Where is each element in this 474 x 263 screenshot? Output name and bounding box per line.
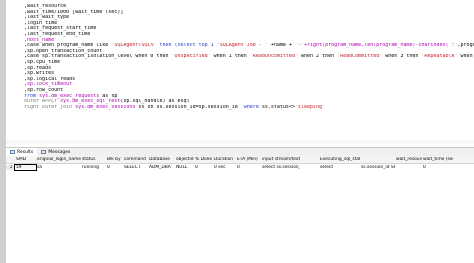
- code-token: as sp: [99, 93, 118, 99]
- code-token: '-': [294, 43, 304, 49]
- tab-messages[interactable]: Messages: [37, 148, 74, 156]
- column-header[interactable]: Executing_sql_statement: [319, 157, 360, 162]
- code-token: +right(program_name,len(program_name)-ch…: [304, 43, 449, 49]
- code-token: where: [243, 104, 259, 110]
- column-header[interactable]: ETA (Min): [236, 157, 261, 162]
- column-header[interactable]: wait_time (sec): [422, 157, 453, 162]
- code-token: 'sleeping': [294, 104, 326, 110]
- code-token: right outer join: [24, 104, 76, 110]
- column-header[interactable]: SPID: [15, 157, 36, 162]
- code-token: ss.status<>: [258, 104, 295, 110]
- column-header[interactable]: status: [81, 157, 106, 162]
- code-token: ,sp.lock_timeout: [24, 82, 73, 88]
- table-cell[interactable]: ss.session_id SPID: [360, 165, 395, 170]
- table-cell[interactable]: select: [319, 165, 360, 170]
- table-cell[interactable]: 59: [14, 164, 37, 171]
- column-header[interactable]: input stream/text: [261, 157, 300, 162]
- table-cell[interactable]: 0: [236, 165, 261, 170]
- grid-body: 1 59 sa running 0 SELECT ADM_DBA NULL 0 0 sec 0 sel…: [6, 164, 474, 171]
- tab-results-label: Results: [17, 149, 34, 155]
- table-cell[interactable]: SELECT: [123, 165, 148, 170]
- column-header[interactable]: original_login_name: [36, 157, 81, 162]
- code-line[interactable]: right outer join sys.dm_exec_sessions ss…: [6, 105, 474, 111]
- code-token: ,login_time: [24, 20, 58, 26]
- table-row[interactable]: 1 59 sa running 0 SELECT ADM_DBA NULL 0 0 sec 0 sel…: [6, 164, 474, 171]
- code-token: +name +: [267, 43, 295, 49]
- row-number[interactable]: 1: [6, 165, 15, 170]
- code-token: 'ReadCommitted': [337, 54, 383, 60]
- code-token: ,program_name)) from msd: [457, 43, 474, 49]
- table-cell[interactable]: 0: [422, 165, 453, 170]
- code-token: ,last_request_start_time: [24, 26, 97, 32]
- code-token: when 2 then: [297, 54, 338, 60]
- table-cell[interactable]: 0 sec: [213, 165, 236, 170]
- code-token: ,host_name: [24, 37, 55, 43]
- code-token: sys.dm_exec_requests: [39, 93, 100, 99]
- code-token: 'SQLAgentTSQL%': [111, 43, 157, 49]
- table-cell[interactable]: 0: [194, 165, 213, 170]
- grid-icon: [10, 150, 15, 154]
- code-token: ss on ss.session_id=sp.session_id: [135, 104, 244, 110]
- query-editor[interactable]: ,wait_resource ,wait_time/1000 [wait_time…: [6, 4, 474, 127]
- code-token: ,case sp.transaction_isolation_level whe…: [24, 54, 172, 60]
- messages-icon: [41, 150, 47, 154]
- ssms-window: ,wait_resource ,wait_time/1000 [wait_time…: [0, 0, 474, 263]
- column-header[interactable]: command: [123, 157, 148, 162]
- table-cell[interactable]: sa: [36, 165, 81, 170]
- grid-header: SPID original_login_name status Blk by comma…: [6, 156, 474, 164]
- column-header[interactable]: Duration: [213, 157, 236, 162]
- column-header[interactable]: Blk by: [106, 157, 123, 162]
- code-token: ,last_wait_type: [24, 15, 70, 21]
- code-token: 'Repeatable': [421, 54, 458, 60]
- table-cell[interactable]: NULL: [175, 165, 194, 170]
- code-token: sys.dm_exec_sessions: [75, 104, 136, 110]
- code-token: ,sp.row_count: [24, 87, 64, 93]
- table-cell[interactable]: select ss.session_id SPID: [261, 165, 300, 170]
- code-token: ,wait_time/1000 [wait_time (sec)]: [24, 9, 124, 15]
- code-token: ,last_request_end_time: [24, 31, 91, 37]
- code-token: 'SQLAgent Job - ': [216, 43, 268, 49]
- code-token: then (select top 1: [156, 43, 217, 49]
- code-token: ,wait_resource: [24, 4, 67, 9]
- column-header[interactable]: objectid: [175, 157, 194, 162]
- column-header[interactable]: wait_resource: [395, 157, 422, 162]
- code-token: ,case when program_name like: [24, 43, 112, 49]
- code-line[interactable]: ,case sp.transaction_isolation_level whe…: [6, 54, 474, 60]
- code-token: ,sp.logical_reads: [24, 76, 76, 82]
- table-cell[interactable]: running: [81, 165, 106, 170]
- tab-results[interactable]: Results: [6, 148, 38, 156]
- tab-messages-label: Messages: [48, 149, 71, 155]
- results-grid[interactable]: SPID original_login_name status Blk by comma…: [6, 156, 474, 171]
- code-token: ,sp.open_transaction_count: [24, 48, 103, 54]
- code-token: ,sp.reads: [24, 65, 52, 71]
- code-token: from: [24, 93, 40, 99]
- code-token: 'Unspecified': [171, 54, 211, 60]
- code-token: ,sp.writes: [24, 71, 55, 77]
- code-token: ':': [448, 43, 458, 49]
- table-cell[interactable]: ADM_DBA: [148, 165, 175, 170]
- table-cell[interactable]: 0: [106, 165, 123, 170]
- code-token: when 4 then: [460, 54, 473, 60]
- code-token: sys.dm_exec_sql_text: [60, 99, 121, 105]
- editor-scroll-area: [6, 140, 474, 144]
- column-header[interactable]: % Done: [194, 157, 213, 162]
- code-token: ,sp.cpu_time: [24, 59, 61, 65]
- code-token: (sp.sql_handle) as esql: [120, 99, 190, 105]
- code-token: when 3 then: [382, 54, 422, 60]
- code-token: outer APPLY: [24, 99, 61, 105]
- column-header[interactable]: Database: [148, 157, 175, 162]
- code-token: when 1 then: [210, 54, 250, 60]
- code-token: 'ReadUncomitted': [249, 54, 298, 60]
